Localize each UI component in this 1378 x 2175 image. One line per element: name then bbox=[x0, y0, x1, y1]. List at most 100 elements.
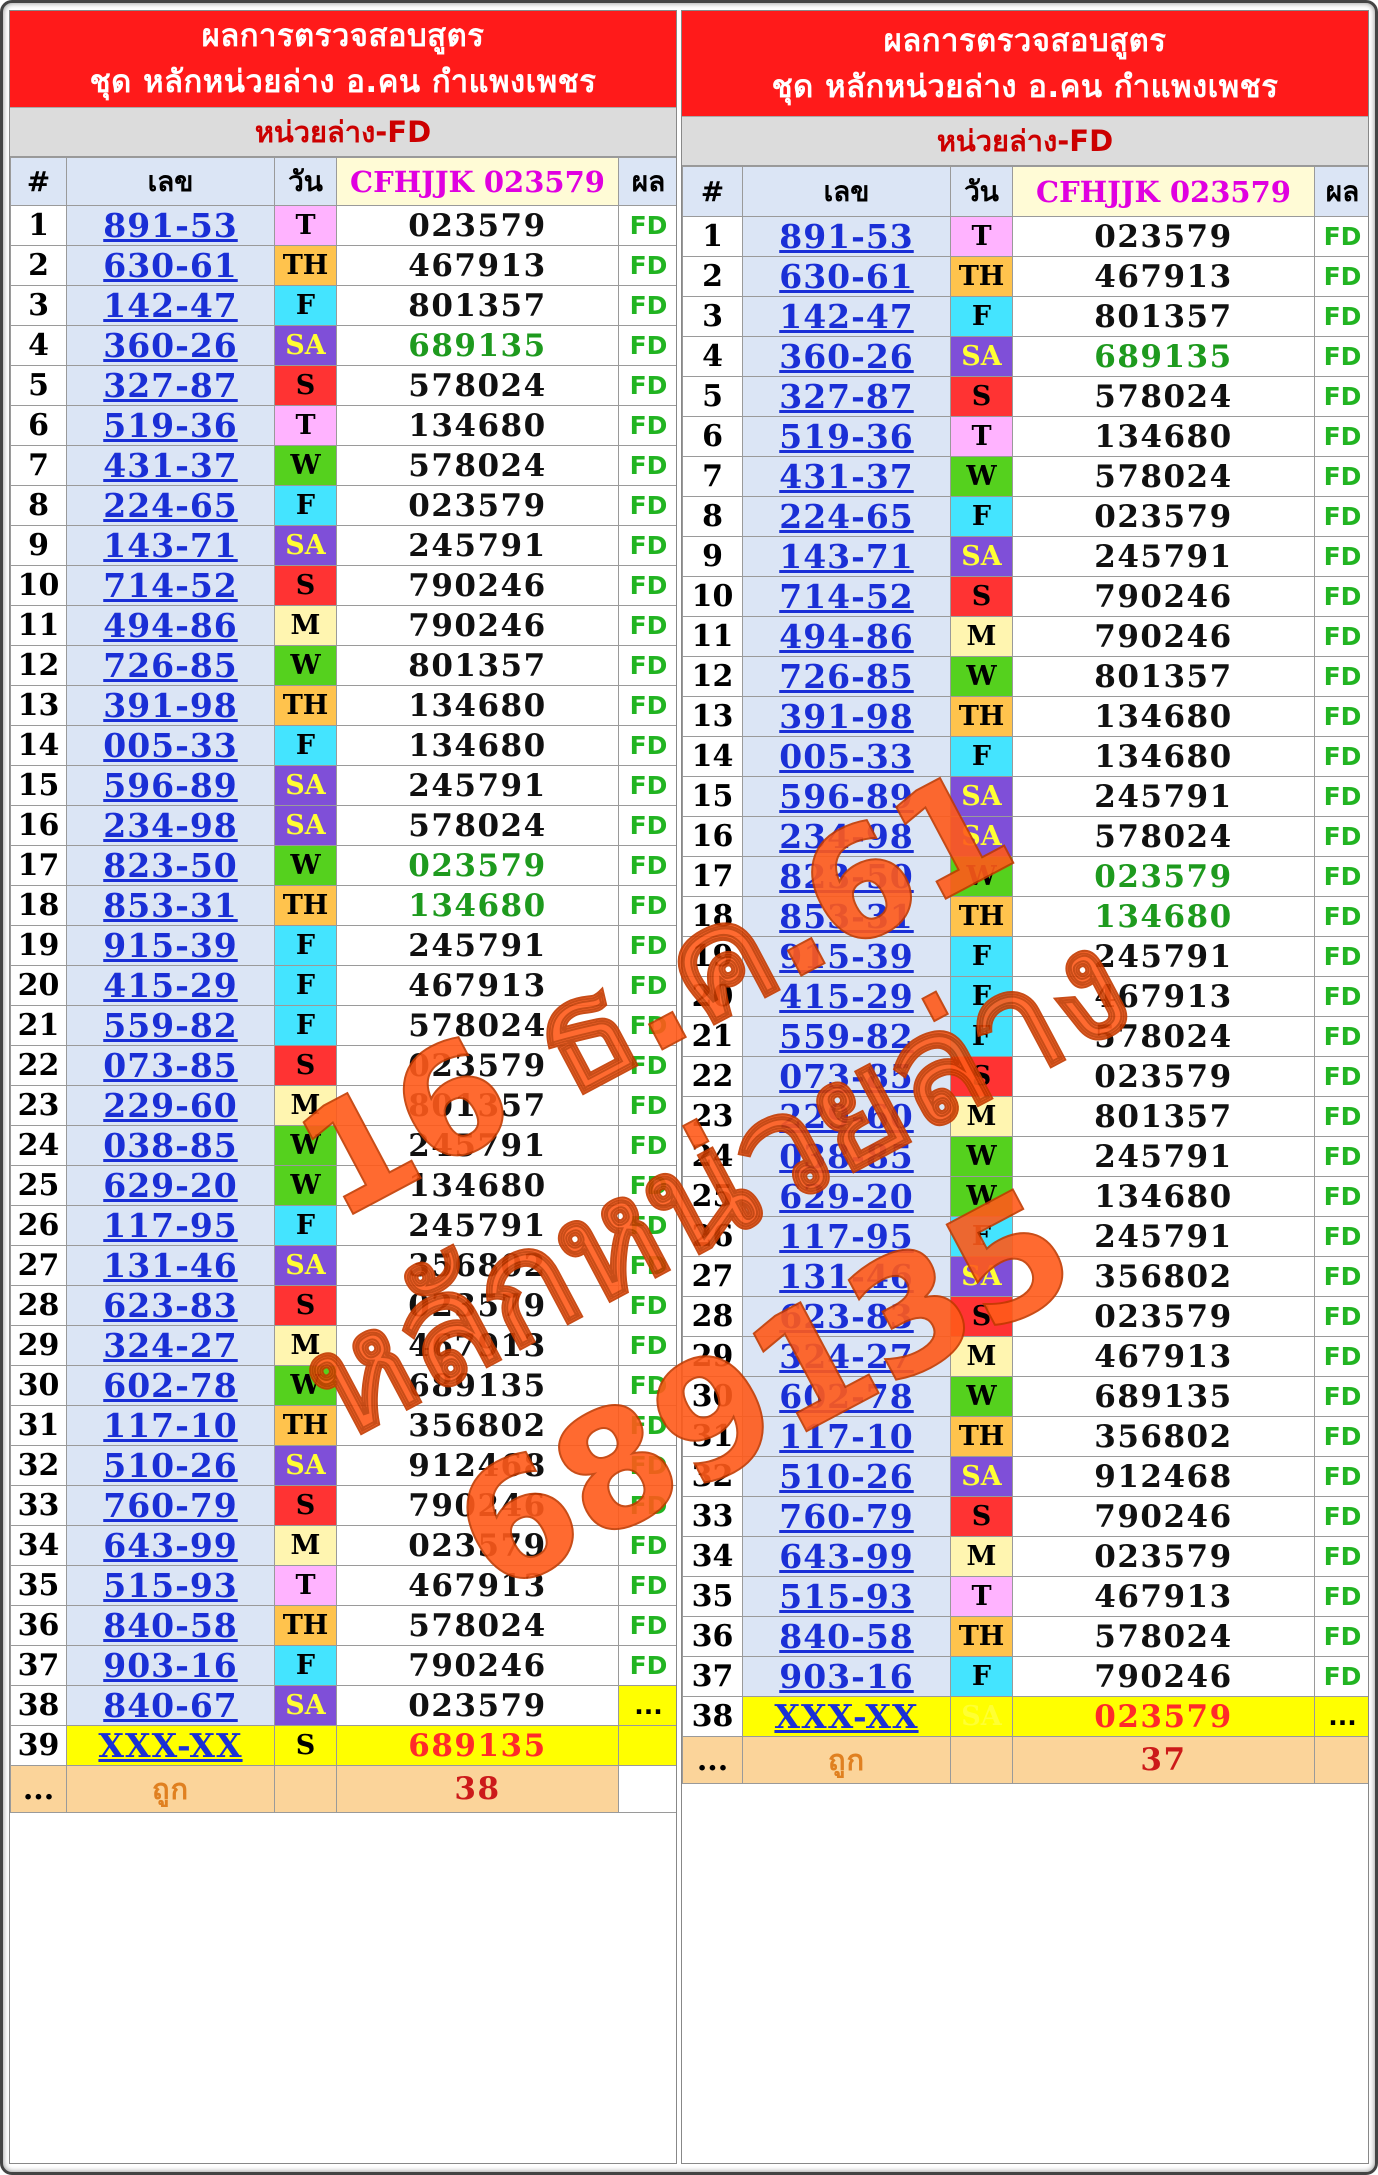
result-cell: FD bbox=[618, 1645, 676, 1686]
number-link[interactable]: 519-36 bbox=[779, 418, 914, 456]
number-link[interactable]: 602-78 bbox=[103, 1367, 238, 1405]
number-link[interactable]: 131-46 bbox=[103, 1247, 238, 1285]
number-link[interactable]: 596-89 bbox=[103, 767, 238, 805]
number-link[interactable]: 915-39 bbox=[779, 938, 914, 976]
number-link[interactable]: 234-98 bbox=[103, 807, 238, 845]
number-link[interactable]: 073-85 bbox=[103, 1047, 238, 1085]
number-link[interactable]: XXX-XX bbox=[98, 1727, 242, 1765]
number-link[interactable]: 234-98 bbox=[779, 818, 914, 856]
number-link[interactable]: 324-27 bbox=[103, 1327, 238, 1365]
number-cell: 510-26 bbox=[66, 1445, 275, 1486]
number-link[interactable]: 005-33 bbox=[103, 727, 238, 765]
number-link[interactable]: 391-98 bbox=[779, 698, 914, 736]
number-link[interactable]: 891-53 bbox=[779, 218, 914, 256]
number-link[interactable]: 630-61 bbox=[103, 247, 238, 285]
number-link[interactable]: ถูก bbox=[152, 1772, 189, 1806]
number-link[interactable]: 903-16 bbox=[103, 1647, 238, 1685]
number-link[interactable]: 840-58 bbox=[103, 1607, 238, 1645]
number-link[interactable]: 431-37 bbox=[103, 447, 238, 485]
number-link[interactable]: 643-99 bbox=[779, 1538, 914, 1576]
number-link[interactable]: 510-26 bbox=[779, 1458, 914, 1496]
right-results-table: # เลข วัน CFHJJK 023579 ผล 1 891-53 T 02357… bbox=[682, 166, 1368, 1784]
number-link[interactable]: 324-27 bbox=[779, 1338, 914, 1376]
number-link[interactable]: 131-46 bbox=[779, 1258, 914, 1296]
number-link[interactable]: 891-53 bbox=[103, 207, 238, 245]
number-link[interactable]: 142-47 bbox=[103, 287, 238, 325]
number-link[interactable]: 559-82 bbox=[103, 1007, 238, 1045]
number-link[interactable]: 726-85 bbox=[103, 647, 238, 685]
number-link[interactable]: 623-83 bbox=[779, 1298, 914, 1336]
number-link[interactable]: 038-85 bbox=[779, 1138, 914, 1176]
number-link[interactable]: 760-79 bbox=[779, 1498, 914, 1536]
code-cell: 801357 bbox=[336, 645, 619, 686]
number-link[interactable]: 143-71 bbox=[103, 527, 238, 565]
day-badge: F bbox=[274, 285, 337, 326]
number-link[interactable]: 510-26 bbox=[103, 1447, 238, 1485]
number-link[interactable]: XXX-XX bbox=[774, 1698, 918, 1736]
number-link[interactable]: 117-10 bbox=[103, 1407, 238, 1445]
number-link[interactable]: 391-98 bbox=[103, 687, 238, 725]
number-link[interactable]: 760-79 bbox=[103, 1487, 238, 1525]
code-cell: 134680 bbox=[1012, 736, 1315, 777]
number-link[interactable]: 494-86 bbox=[779, 618, 914, 656]
number-cell: 073-85 bbox=[742, 1056, 951, 1097]
number-link[interactable]: 596-89 bbox=[779, 778, 914, 816]
result-cell: FD bbox=[618, 1365, 676, 1406]
code-cell: 467913 bbox=[1012, 256, 1315, 297]
number-link[interactable]: 823-50 bbox=[779, 858, 914, 896]
number-link[interactable]: 630-61 bbox=[779, 258, 914, 296]
number-link[interactable]: 840-67 bbox=[103, 1687, 238, 1725]
number-link[interactable]: 005-33 bbox=[779, 738, 914, 776]
number-cell: 629-20 bbox=[66, 1165, 275, 1206]
number-link[interactable]: 117-10 bbox=[779, 1418, 914, 1456]
number-link[interactable]: 515-93 bbox=[779, 1578, 914, 1616]
number-link[interactable]: 559-82 bbox=[779, 1018, 914, 1056]
result-cell: FD bbox=[618, 1285, 676, 1326]
number-link[interactable]: 117-95 bbox=[103, 1207, 238, 1245]
number-link[interactable]: 853-31 bbox=[779, 898, 914, 936]
number-link[interactable]: 229-60 bbox=[103, 1087, 238, 1125]
number-link[interactable]: 494-86 bbox=[103, 607, 238, 645]
number-link[interactable]: 840-58 bbox=[779, 1618, 914, 1656]
number-link[interactable]: 431-37 bbox=[779, 458, 914, 496]
day-badge: T bbox=[950, 1576, 1013, 1617]
number-link[interactable]: 142-47 bbox=[779, 298, 914, 336]
number-link[interactable]: 714-52 bbox=[103, 567, 238, 605]
table-row: 8 224-65 F 023579 FD bbox=[10, 485, 676, 526]
number-cell: 391-98 bbox=[66, 685, 275, 726]
number-link[interactable]: 229-60 bbox=[779, 1098, 914, 1136]
number-link[interactable]: 643-99 bbox=[103, 1527, 238, 1565]
number-link[interactable]: 915-39 bbox=[103, 927, 238, 965]
number-link[interactable]: 038-85 bbox=[103, 1127, 238, 1165]
number-link[interactable]: 224-65 bbox=[103, 487, 238, 525]
number-link[interactable]: ถูก bbox=[828, 1743, 865, 1777]
number-link[interactable]: 602-78 bbox=[779, 1378, 914, 1416]
number-link[interactable]: 073-85 bbox=[779, 1058, 914, 1096]
number-link[interactable]: 519-36 bbox=[103, 407, 238, 445]
number-link[interactable]: 143-71 bbox=[779, 538, 914, 576]
number-link[interactable]: 327-87 bbox=[103, 367, 238, 405]
number-link[interactable]: 629-20 bbox=[779, 1178, 914, 1216]
number-link[interactable]: 714-52 bbox=[779, 578, 914, 616]
table-row: 37 903-16 F 790246 FD bbox=[10, 1645, 676, 1686]
number-link[interactable]: 415-29 bbox=[103, 967, 238, 1005]
result-label: FD bbox=[629, 531, 668, 560]
number-link[interactable]: 327-87 bbox=[779, 378, 914, 416]
number-link[interactable]: 853-31 bbox=[103, 887, 238, 925]
number-link[interactable]: 117-95 bbox=[779, 1218, 914, 1256]
summary-result bbox=[1314, 1736, 1368, 1784]
number-link[interactable]: 623-83 bbox=[103, 1287, 238, 1325]
result-cell: FD bbox=[1314, 1616, 1368, 1657]
number-link[interactable]: 224-65 bbox=[779, 498, 914, 536]
table-row: 17 823-50 W 023579 FD bbox=[10, 845, 676, 886]
number-link[interactable]: 726-85 bbox=[779, 658, 914, 696]
number-link[interactable]: 360-26 bbox=[779, 338, 914, 376]
number-cell: XXX-XX bbox=[66, 1725, 275, 1766]
number-link[interactable]: 903-16 bbox=[779, 1658, 914, 1696]
number-link[interactable]: 515-93 bbox=[103, 1567, 238, 1605]
result-cell: FD bbox=[1314, 1496, 1368, 1537]
number-link[interactable]: 415-29 bbox=[779, 978, 914, 1016]
number-link[interactable]: 823-50 bbox=[103, 847, 238, 885]
number-link[interactable]: 360-26 bbox=[103, 327, 238, 365]
number-link[interactable]: 629-20 bbox=[103, 1167, 238, 1205]
